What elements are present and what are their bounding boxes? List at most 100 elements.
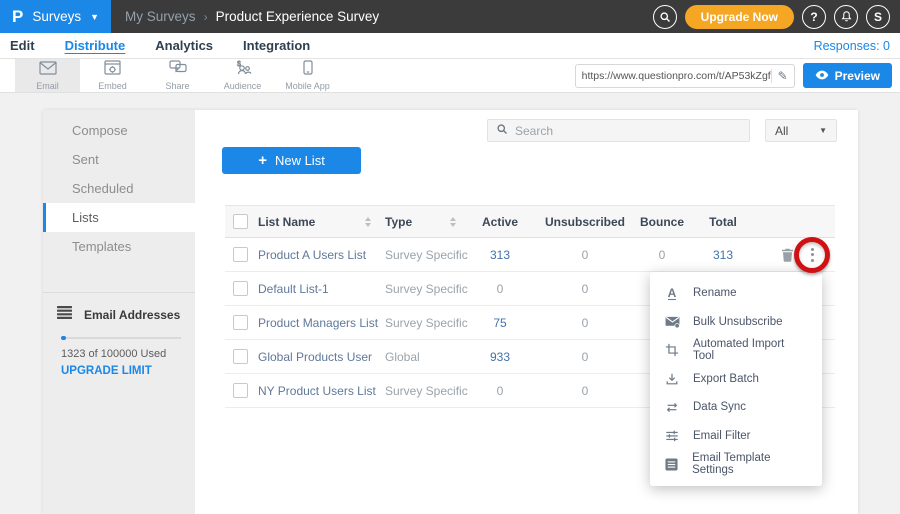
tab-edit[interactable]: Edit — [10, 38, 35, 53]
toolbar-item-mobile-app[interactable]: Mobile App — [275, 59, 340, 92]
search-icon[interactable] — [653, 5, 677, 29]
toolbar-item-embed[interactable]: Embed — [80, 59, 145, 92]
sort-icon[interactable] — [365, 217, 371, 227]
page-title: Product Experience Survey — [216, 9, 380, 24]
active-count[interactable]: 75 — [470, 316, 530, 330]
menu-item-bulk-unsubscribe[interactable]: Bulk Unsubscribe — [650, 308, 822, 337]
preview-button[interactable]: Preview — [803, 63, 892, 88]
rename-icon: A — [664, 287, 680, 300]
menu-item-label: Rename — [693, 287, 736, 299]
email-usage-text: 1323 of 100000 Used — [61, 348, 185, 360]
automated-import-icon — [664, 343, 680, 357]
column-header-type[interactable]: Type — [385, 215, 412, 229]
column-header-active: Active — [470, 215, 530, 229]
mobile-app-icon — [303, 60, 313, 80]
list-type-filter-dropdown[interactable]: All ▼ — [765, 119, 837, 142]
top-navbar: P Surveys ▼ My Surveys › Product Experie… — [0, 0, 900, 33]
total-count[interactable]: 313 — [684, 248, 762, 262]
unsubscribed-count: 0 — [530, 316, 640, 330]
sidebar-item-sent[interactable]: Sent — [43, 145, 195, 174]
list-type: Survey Specific — [385, 384, 468, 398]
tab-integration[interactable]: Integration — [243, 38, 310, 53]
delete-trash-icon[interactable] — [781, 248, 794, 262]
breadcrumb-separator-icon: › — [204, 10, 208, 24]
data-sync-icon — [664, 401, 680, 414]
plus-icon: + — [258, 152, 267, 169]
survey-url-input[interactable] — [582, 70, 771, 82]
row-checkbox[interactable] — [233, 383, 248, 398]
menu-item-email-filter[interactable]: Email Filter — [650, 422, 822, 451]
list-type: Survey Specific — [385, 282, 468, 296]
toolbar-item-label: Share — [165, 81, 189, 91]
unsubscribed-count: 0 — [530, 384, 640, 398]
menu-item-label: Bulk Unsubscribe — [693, 316, 782, 328]
sort-icon[interactable] — [450, 217, 456, 227]
row-checkbox[interactable] — [233, 281, 248, 296]
survey-url-box: ✎ — [575, 64, 795, 88]
upgrade-limit-link[interactable]: UPGRADE LIMIT — [61, 365, 152, 377]
notifications-bell-icon[interactable] — [834, 5, 858, 29]
table-row: Product A Users List Survey Specific 313… — [225, 238, 835, 272]
toolbar-item-audience[interactable]: $ Audience — [210, 59, 275, 92]
new-list-button[interactable]: + New List — [222, 147, 361, 174]
embed-icon — [104, 60, 121, 80]
search-input[interactable] — [515, 124, 741, 138]
email-addresses-title: Email Addresses — [84, 308, 180, 322]
sidebar-item-templates[interactable]: Templates — [43, 232, 195, 261]
toolbar-item-email[interactable]: Email — [15, 59, 80, 92]
row-checkbox[interactable] — [233, 315, 248, 330]
table-header-row: List Name Type Active Unsubscribed Bounc… — [225, 205, 835, 238]
menu-item-export-batch[interactable]: Export Batch — [650, 365, 822, 394]
tab-distribute[interactable]: Distribute — [65, 38, 126, 53]
preview-button-label: Preview — [835, 69, 880, 83]
active-count[interactable]: 0 — [470, 282, 530, 296]
bulk-unsubscribe-icon — [664, 316, 680, 328]
breadcrumb-my-surveys[interactable]: My Surveys — [125, 9, 196, 24]
sidebar-item-compose[interactable]: Compose — [43, 116, 195, 145]
row-checkbox[interactable] — [233, 247, 248, 262]
unsubscribed-count: 0 — [530, 282, 640, 296]
list-name-link[interactable]: Global Products User — [258, 350, 372, 364]
select-all-checkbox[interactable] — [233, 214, 248, 229]
column-header-list-name[interactable]: List Name — [258, 215, 315, 229]
row-checkbox[interactable] — [233, 349, 248, 364]
list-name-link[interactable]: NY Product Users List — [258, 384, 376, 398]
list-name-link[interactable]: Product Managers List — [258, 316, 378, 330]
upgrade-now-button[interactable]: Upgrade Now — [685, 5, 794, 29]
email-sidebar-nav: Compose Sent Scheduled Lists Templates — [43, 110, 195, 261]
help-button[interactable]: ? — [802, 5, 826, 29]
email-addresses-block: Email Addresses 1323 of 100000 Used UPGR… — [43, 293, 195, 379]
menu-item-rename[interactable]: A Rename — [650, 279, 822, 308]
active-count[interactable]: 313 — [470, 248, 530, 262]
unsubscribed-count: 0 — [530, 248, 640, 262]
questionpro-logo: P — [12, 7, 23, 27]
active-count[interactable]: 933 — [470, 350, 530, 364]
active-count[interactable]: 0 — [470, 384, 530, 398]
edit-url-pencil-icon[interactable]: ✎ — [771, 69, 788, 83]
product-switcher[interactable]: P Surveys ▼ — [0, 0, 111, 33]
list-name-link[interactable]: Product A Users List — [258, 248, 366, 262]
menu-item-automated-import-tool[interactable]: Automated Import Tool — [650, 336, 822, 365]
list-stack-icon — [57, 306, 72, 324]
filter-selected-value: All — [775, 124, 788, 138]
unsubscribed-count: 0 — [530, 350, 640, 364]
menu-item-label: Email Template Settings — [692, 452, 808, 476]
list-name-link[interactable]: Default List-1 — [258, 282, 329, 296]
sidebar-item-scheduled[interactable]: Scheduled — [43, 174, 195, 203]
menu-item-data-sync[interactable]: Data Sync — [650, 393, 822, 422]
toolbar-right: ✎ Preview — [575, 63, 900, 88]
menu-item-email-template-settings[interactable]: Email Template Settings — [650, 450, 822, 479]
responses-count: Responses: 0 — [814, 39, 890, 53]
sidebar-item-lists[interactable]: Lists — [43, 203, 195, 232]
row-actions-kebab-menu[interactable] — [806, 245, 819, 265]
breadcrumb: My Surveys › Product Experience Survey — [125, 9, 379, 24]
list-type: Survey Specific — [385, 248, 468, 262]
toolbar-item-label: Embed — [98, 81, 127, 91]
product-switcher-label: Surveys — [32, 9, 81, 24]
menu-item-label: Data Sync — [693, 401, 746, 413]
avatar[interactable]: S — [866, 5, 890, 29]
tab-analytics[interactable]: Analytics — [155, 38, 213, 53]
menu-item-label: Email Filter — [693, 430, 751, 442]
toolbar-item-share[interactable]: Share — [145, 59, 210, 92]
menu-item-label: Export Batch — [693, 373, 759, 385]
